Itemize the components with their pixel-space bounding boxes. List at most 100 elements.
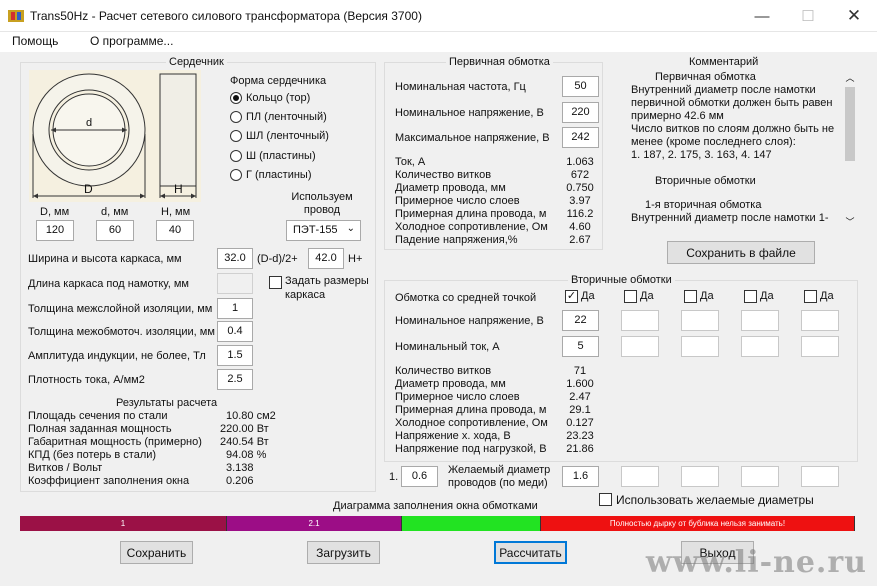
menu-help[interactable]: Помощь [12,34,58,48]
max-voltage-input[interactable]: 242 [562,127,599,148]
use-desired-label: Использовать желаемые диаметры [616,493,814,507]
core-drawing: d D H [29,70,201,202]
result-value: 3.138 [226,462,254,474]
desired-input-3[interactable] [681,466,719,487]
minimize-icon[interactable]: — [739,0,785,32]
secondary-voltage-input-5[interactable] [801,310,839,331]
diagram-segment-1: 1 [20,516,227,531]
checkbox-icon[interactable] [599,493,612,506]
primary-result-value: 4.60 [569,221,591,233]
checkbox-icon[interactable] [744,290,757,303]
secondary-current-input-5[interactable] [801,336,839,357]
wire-select[interactable]: ПЭТ-155 ⌄ [286,220,361,241]
window-title: Trans50Hz - Расчет сетевого силового тра… [30,9,422,23]
formula-input[interactable]: 42.0 [308,248,344,269]
induction-input[interactable]: 1.5 [217,345,253,366]
result-label: Коэффициент заполнения окна [28,475,190,487]
param-H-input[interactable]: 40 [156,220,194,241]
set-sizes-label: Задать размеры каркаса [285,275,369,301]
checkbox-icon[interactable] [624,290,637,303]
result-value: 0.206 [226,475,254,487]
yes-label: Да [700,290,714,302]
param-d-input[interactable]: 60 [96,220,134,241]
secondary-voltage-input-1[interactable]: 22 [562,310,599,331]
primary-result-label: Примерное число слоев [395,195,520,207]
secondary-result-label: Напряжение х. хода, В [395,430,511,442]
calculate-button[interactable]: Рассчитать [494,541,567,564]
interlayer-insulation-input[interactable]: 1 [217,298,253,319]
shape-label: Ш (пластины) [246,150,316,162]
secondary-current-input-1[interactable]: 5 [562,336,599,357]
desired-prefix: 1. [389,471,399,483]
app-icon [8,10,24,22]
shape-label: Кольцо (тор) [246,92,311,104]
menu-about[interactable]: О программе... [90,34,173,48]
secondary-result-label: Количество витков [395,365,492,377]
secondary-current-input-3[interactable] [681,336,719,357]
secondary-voltage-input-4[interactable] [741,310,779,331]
desired-primary-input[interactable]: 0.6 [401,466,438,487]
comment-scrollbar[interactable]: ︿ ﹀ [843,71,857,231]
primary-result-label: Холодное сопротивление, Ом [395,221,548,233]
secondary-voltage-input-2[interactable] [621,310,659,331]
radio-icon[interactable] [230,130,242,142]
secondary-voltage-label: Номинальное напряжение, В [395,315,544,327]
chevron-down-icon: ⌄ [346,223,355,234]
result-value: 10.80 см2 [226,410,276,422]
maximize-icon[interactable]: ☐ [785,0,831,32]
param-d-label: d, мм [101,206,129,218]
yes-label: Да [581,290,595,302]
primary-result-label: Примерная длина провода, м [395,208,547,220]
frame-width-input[interactable]: 32.0 [217,248,253,269]
checkbox-checked-icon[interactable]: ✓ [565,290,578,303]
shape-label: Г (пластины) [246,169,312,181]
radio-icon[interactable] [230,150,242,162]
chevron-up-icon[interactable]: ︿ [844,71,856,84]
result-label: Площадь сечения по стали [28,410,168,422]
frequency-input[interactable]: 50 [562,76,599,97]
radio-icon[interactable] [230,111,242,123]
result-label: КПД (без потерь в стали) [28,449,157,461]
desired-input-1[interactable]: 1.6 [562,466,599,487]
frame-length-input[interactable] [217,273,253,294]
formula-label: (D-d)/2+ [257,253,298,265]
desired-label: Желаемый диаметр проводов (по меди) [448,464,551,489]
secondary-result-value: 0.127 [566,417,594,429]
param-D-input[interactable]: 120 [36,220,74,241]
save-button[interactable]: Сохранить [120,541,193,564]
primary-result-label: Ток, А [395,156,426,168]
radio-icon[interactable] [230,169,242,181]
desired-input-4[interactable] [741,466,779,487]
scroll-thumb[interactable] [845,87,855,161]
desired-input-2[interactable] [621,466,659,487]
comment-line: 1-я вторичная обмотка [645,199,762,211]
checkbox-icon[interactable] [684,290,697,303]
comment-line: примерно 42.6 мм [631,110,724,122]
close-icon[interactable]: ✕ [831,0,877,32]
secondary-result-value: 29.1 [569,404,591,416]
param-D-label: D, мм [40,206,70,218]
comment-line: Внутренний диаметр после намотки 1- [631,212,829,224]
comment-line: Число витков по слоям должно быть не [631,123,835,135]
checkbox-icon[interactable] [269,276,282,289]
watermark: www.li-ne.ru [645,545,867,580]
interwinding-insulation-input[interactable]: 0.4 [217,321,253,342]
diagram-segment-4: Полностью дырку от бублика нельзя занима… [541,516,855,531]
wire-select-value: ПЭТ-155 [293,224,338,236]
diagram-segment-2: 2.1 [227,516,402,531]
save-to-file-button[interactable]: Сохранить в файле [667,241,815,264]
secondary-group-title: Вторичные обмотки [568,274,675,286]
chevron-down-icon[interactable]: ﹀ [844,215,856,228]
checkbox-icon[interactable] [804,290,817,303]
result-label: Габаритная мощность (примерно) [28,436,202,448]
menu-bar: Помощь О программе... [0,32,877,52]
desired-input-5[interactable] [801,466,839,487]
load-button[interactable]: Загрузить [307,541,380,564]
secondary-voltage-input-3[interactable] [681,310,719,331]
secondary-current-input-2[interactable] [621,336,659,357]
radio-icon[interactable] [230,92,242,104]
secondary-current-input-4[interactable] [741,336,779,357]
current-density-input[interactable]: 2.5 [217,369,253,390]
nominal-voltage-input[interactable]: 220 [562,102,599,123]
comment-line [631,162,842,175]
